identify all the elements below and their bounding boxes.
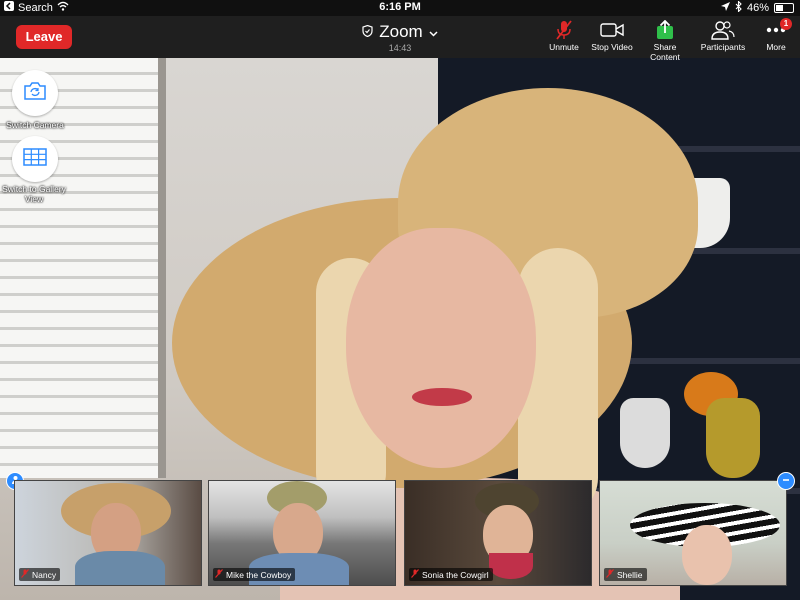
microphone-muted-icon: [606, 569, 614, 580]
switch-gallery-button[interactable]: [12, 136, 58, 182]
participant-name: Mike the Cowboy: [226, 569, 292, 580]
meeting-title: Zoom: [379, 22, 423, 41]
share-content-button[interactable]: Share Content: [638, 18, 692, 62]
share-content-label: Share Content: [650, 42, 680, 62]
switch-camera-icon: [23, 81, 47, 106]
participant-name: Nancy: [32, 569, 57, 580]
microphone-muted-icon: [215, 569, 223, 580]
name-tag: Nancy: [19, 568, 61, 581]
video-thumbnail-sonia-the-cowgirl[interactable]: Sonia the Cowgirl: [404, 480, 592, 586]
share-upload-icon: [638, 18, 692, 42]
microphone-muted-icon: [542, 18, 586, 42]
unmute-label: Unmute: [549, 42, 579, 52]
speaker-face: [346, 228, 536, 468]
video-thumbnail-mike-the-cowboy[interactable]: Mike the Cowboy: [208, 480, 396, 586]
switch-camera-label: Switch Camera: [6, 120, 64, 130]
location-arrow-icon: [720, 2, 730, 14]
notification-badge: 1: [780, 18, 792, 30]
chevron-down-icon[interactable]: [429, 22, 438, 42]
gold-vase: [706, 398, 760, 478]
name-tag: Sonia the Cowgirl: [409, 568, 493, 581]
collapse-thumbnails-button[interactable]: [777, 472, 795, 490]
participant-thumbnail-strip: Nancy Mike the Cowboy Sonia the Cowgirl …: [0, 472, 800, 588]
shield-icon: [362, 22, 373, 42]
more-button[interactable]: 1 More: [754, 18, 798, 62]
more-label: More: [766, 42, 786, 52]
participants-button[interactable]: Participants: [696, 18, 750, 62]
meeting-toolbar: Leave Zoom 14:43 Unmute Stop Video Share…: [0, 16, 800, 62]
switch-camera-button[interactable]: [12, 70, 58, 116]
video-thumbnail-shellie[interactable]: Shellie: [599, 480, 787, 586]
bluetooth-icon: [735, 0, 742, 15]
name-tag: Shellie: [604, 568, 647, 581]
unmute-button[interactable]: Unmute: [542, 18, 586, 62]
participant-name: Sonia the Cowgirl: [422, 569, 489, 580]
microphone-muted-icon: [21, 569, 29, 580]
stop-video-label: Stop Video: [591, 42, 633, 52]
ios-status-bar: Search 6:16 PM 46%: [0, 0, 800, 16]
battery-percent: 46%: [746, 2, 769, 14]
white-vase: [620, 398, 670, 468]
participants-label: Participants: [700, 42, 746, 52]
name-tag: Mike the Cowboy: [213, 568, 296, 581]
participant-name: Shellie: [617, 569, 643, 580]
gallery-grid-icon: [23, 147, 47, 171]
battery-icon: [774, 3, 794, 13]
participants-icon: [696, 18, 750, 42]
microphone-muted-icon: [411, 569, 419, 580]
video-thumbnail-nancy[interactable]: Nancy: [14, 480, 202, 586]
video-camera-icon: [590, 18, 634, 42]
speaker-lips: [412, 388, 472, 406]
stop-video-button[interactable]: Stop Video: [590, 18, 634, 62]
minus-icon: [782, 475, 790, 487]
switch-gallery-label: Switch to Gallery View: [2, 184, 66, 204]
clock: 6:16 PM: [379, 1, 421, 13]
